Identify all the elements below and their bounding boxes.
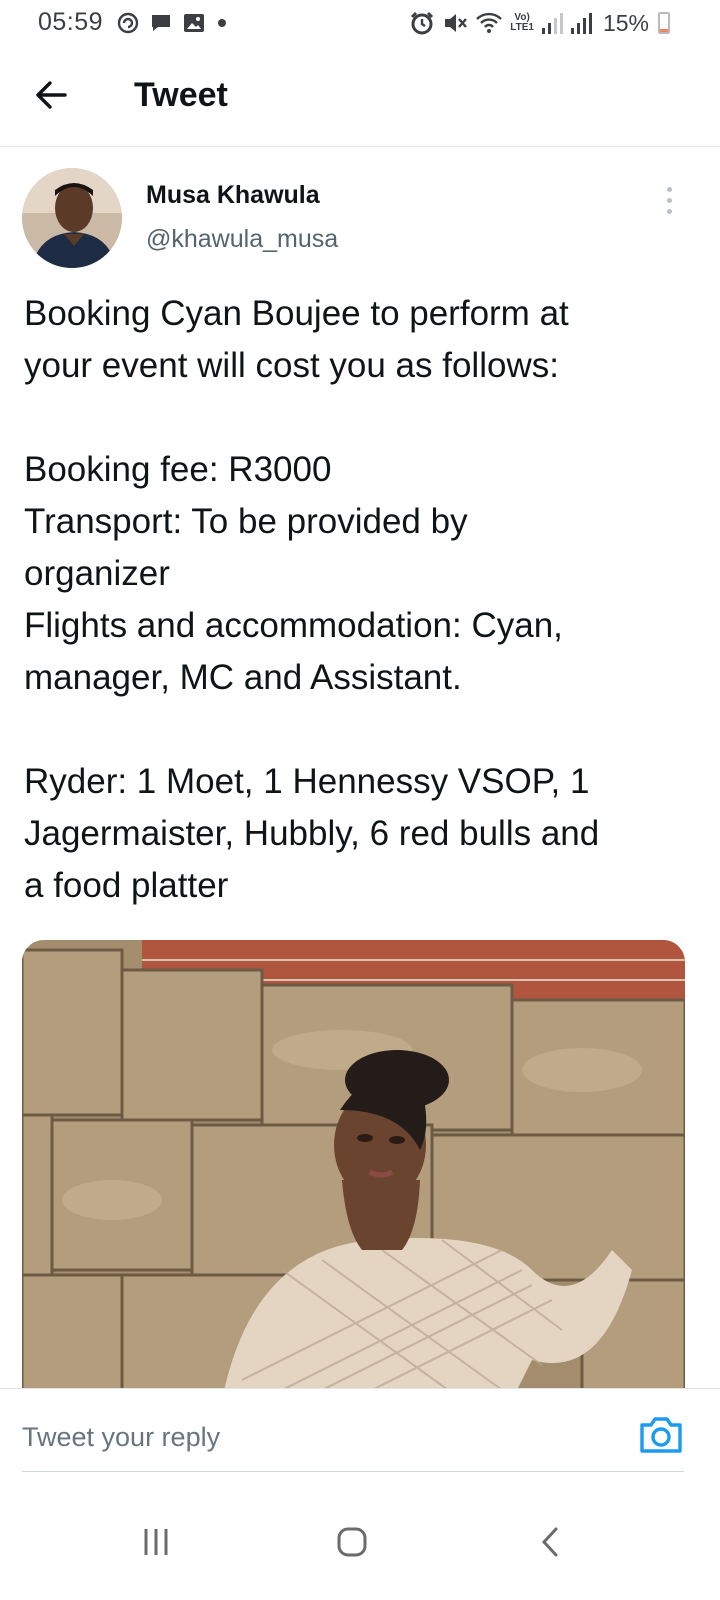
battery-percent: 15% — [602, 9, 649, 36]
app-header: Tweet — [0, 46, 720, 147]
signal-icon — [570, 13, 592, 34]
home-icon — [337, 1527, 367, 1557]
more-vertical-icon — [666, 208, 672, 214]
tweet-text: Booking Cyan Boujee to perform at your e… — [24, 288, 696, 912]
battery-icon — [658, 12, 670, 34]
battery-level — [660, 29, 668, 32]
tweet-line: Flights and accommodation: Cyan, — [24, 606, 563, 645]
tweet-line: your event will cost you as follows: — [24, 346, 559, 385]
recents-icon — [144, 1529, 168, 1555]
signal-icon — [541, 13, 563, 34]
tweet-line: Booking Cyan Boujee to perform at — [24, 294, 569, 333]
tweet-line: a food platter — [24, 866, 229, 905]
recents-button[interactable] — [126, 1512, 186, 1572]
mute-icon — [445, 14, 468, 32]
tweet-line: Transport: To be provided by — [24, 502, 468, 541]
avatar-photo — [22, 168, 122, 268]
back-icon — [541, 1527, 558, 1557]
system-nav-bar — [0, 1490, 720, 1600]
author-handle[interactable]: @khawula_musa — [146, 225, 338, 254]
status-time: 05:59 — [38, 8, 104, 36]
tweet-line: manager, MC and Assistant. — [24, 658, 462, 697]
arrow-left-icon — [36, 81, 67, 109]
tweet-photo[interactable] — [22, 940, 685, 1400]
photo-content — [22, 940, 685, 1400]
wifi-icon — [476, 12, 503, 33]
tweet-line — [24, 704, 696, 756]
image-icon — [184, 14, 204, 32]
camera-icon — [640, 1417, 682, 1453]
more-vertical-icon — [666, 197, 672, 203]
tweet-line: Jagermaister, Hubbly, 6 red bulls and — [24, 814, 600, 853]
more-options-button[interactable] — [655, 180, 683, 220]
divider — [22, 1471, 684, 1472]
nav-back-button[interactable] — [520, 1512, 580, 1572]
author-name[interactable]: Musa Khawula — [146, 181, 320, 210]
tweet-line — [24, 392, 696, 444]
tweet-line: organizer — [24, 554, 170, 593]
back-button[interactable] — [28, 72, 74, 118]
more-vertical-icon — [666, 186, 672, 192]
reply-bar — [0, 1388, 720, 1501]
page-title: Tweet — [134, 76, 228, 114]
lte-indicator: Vo) LTE1 — [510, 12, 534, 33]
status-bar: 05:59 Vo) LTE1 15% — [0, 0, 720, 46]
dot-icon — [218, 19, 226, 27]
home-button[interactable] — [322, 1512, 382, 1572]
alarm-icon — [411, 11, 434, 35]
chat-icon — [152, 15, 170, 31]
reply-input[interactable] — [22, 1417, 622, 1457]
tweet-line: Booking fee: R3000 — [24, 450, 332, 489]
avatar[interactable] — [22, 168, 122, 268]
camera-button[interactable] — [638, 1413, 684, 1457]
tweet-line: Ryder: 1 Moet, 1 Hennessy VSOP, 1 — [24, 762, 590, 801]
sync-icon — [117, 12, 139, 34]
